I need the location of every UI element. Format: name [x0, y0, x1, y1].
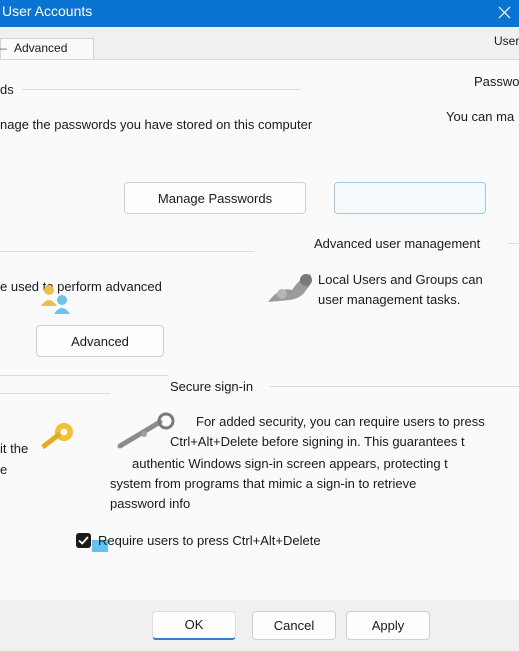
close-button[interactable]: [490, 0, 519, 27]
group-divider: [508, 243, 519, 244]
apply-button[interactable]: Apply: [346, 611, 430, 640]
advanced-desc-line-1: Local Users and Groups can: [318, 272, 483, 287]
group-divider: [0, 393, 110, 394]
signin-desc-line-3: authentic Windows sign-in screen appears…: [132, 456, 448, 471]
ghost-button: [334, 182, 486, 214]
key-icon: [34, 420, 78, 463]
signin-desc-line-5: password info: [110, 496, 191, 511]
signin-left-fragment-2: e: [0, 462, 8, 477]
window-title: User Accounts: [2, 3, 93, 19]
close-icon: [498, 6, 511, 19]
manage-passwords-button[interactable]: Manage Passwords: [124, 182, 306, 214]
require-ctrl-alt-del-checkbox[interactable]: [76, 533, 91, 548]
advanced-user-mgmt-heading: Advanced user management: [314, 236, 481, 251]
tab-advanced-label: Advanced: [14, 41, 68, 55]
signin-left-fragment-1: it the: [0, 441, 29, 456]
passwords-description: nage the passwords you have stored on th…: [0, 117, 313, 132]
passwords-description-right: You can ma: [446, 109, 515, 124]
advanced-button[interactable]: Advanced: [36, 325, 164, 357]
ok-button[interactable]: OK: [152, 611, 236, 640]
checkmark-icon: [78, 536, 89, 545]
title-bar: User Accounts: [0, 0, 519, 27]
group-divider: [270, 386, 519, 387]
passwords-heading-right: Passwo: [474, 74, 519, 89]
tab-prev-fragment: –: [0, 41, 7, 55]
passwords-heading-fragment: ds: [0, 82, 14, 97]
group-divider: [22, 89, 300, 90]
tab-user-fragment[interactable]: User: [494, 34, 519, 48]
advanced-desc-line-2: user management tasks.: [318, 292, 461, 307]
advanced-left-text: e used to perform advanced: [0, 279, 162, 294]
group-divider: [0, 375, 168, 376]
signin-desc-line-2: Ctrl+Alt+Delete before signing in. This …: [170, 434, 465, 449]
group-divider: [0, 251, 254, 252]
signin-desc-line-4: system from programs that mimic a sign-i…: [110, 476, 417, 491]
require-ctrl-alt-del-label[interactable]: Require users to press Ctrl+Alt+Delete: [98, 533, 321, 548]
signin-desc-line-1: For added security, you can require user…: [196, 414, 485, 429]
user-management-icon: [262, 268, 318, 313]
users-icon: [38, 280, 78, 319]
cancel-button[interactable]: Cancel: [252, 611, 336, 640]
secure-signin-heading: Secure sign-in: [170, 379, 254, 394]
